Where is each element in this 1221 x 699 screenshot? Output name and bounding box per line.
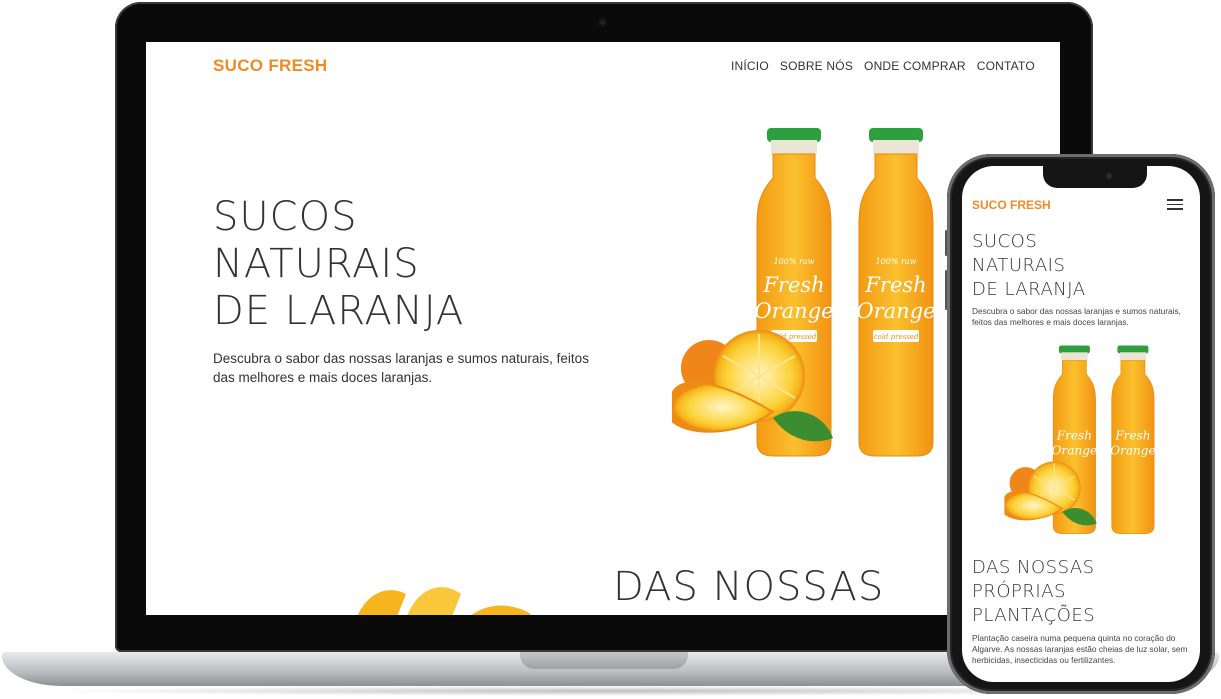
svg-text:cold pressed: cold pressed [874, 333, 919, 341]
orange-slices-image [357, 587, 531, 615]
hero-title-line: SUCOS [213, 194, 358, 240]
hero-title-line: NATURAIS [972, 255, 1066, 276]
bottle-label-text: 100% raw [774, 257, 815, 266]
bottle-label-text: Orange [1052, 443, 1097, 457]
mobile-website: SUCO FRESH SUCOS NATURAIS DE LARANJA Des… [962, 166, 1200, 682]
section-title-line: PRÓPRIAS [972, 581, 1066, 602]
nav-link-contato[interactable]: CONTATO [977, 59, 1035, 73]
nav-link-inicio[interactable]: INÍCIO [731, 59, 769, 73]
section-description: Plantação caseira numa pequena quinta no… [972, 633, 1188, 665]
laptop-notch [520, 652, 688, 669]
orange-juice-bottles-image: 100% raw Fresh Orange cold pressed 100% … [672, 128, 936, 457]
hero-title-line: DE LARANJA [213, 288, 465, 334]
main-nav: INÍCIO SOBRE NÓS ONDE COMPRAR CONTATO [731, 59, 1035, 73]
hero-title-line: NATURAIS [213, 241, 420, 287]
hero-description: Descubra o sabor das nossas laranjas e s… [972, 306, 1181, 327]
laptop-camera [598, 18, 607, 27]
hero-title-line: DE LARANJA [972, 279, 1086, 300]
section-title: DAS NOSSAS PRÓPRIAS PLANTAÇÕES [972, 556, 1095, 628]
site-logo[interactable]: SUCO FRESH [213, 56, 327, 76]
section-title-line: DAS NOSSAS [972, 557, 1095, 578]
svg-text:Fresh: Fresh [1114, 429, 1150, 443]
bottle-label-text: Orange [754, 299, 833, 323]
bottle-label-text: Fresh [1056, 429, 1092, 443]
section-title-line: PLANTAÇÕES [972, 605, 1096, 626]
orange-juice-bottles-image: Fresh Orange Fresh Orange [1004, 345, 1156, 534]
section-title: DAS NOSSAS [613, 564, 885, 610]
svg-text:Fresh: Fresh [864, 273, 926, 297]
desktop-website: SUCO FRESH INÍCIO SOBRE NÓS ONDE COMPRAR… [146, 42, 1060, 615]
hero-title: SUCOS NATURAIS DE LARANJA [972, 230, 1086, 302]
svg-text:Orange: Orange [856, 299, 935, 323]
svg-text:100% raw: 100% raw [876, 257, 917, 266]
phone-notch [1043, 166, 1147, 188]
svg-text:Orange: Orange [1110, 443, 1155, 457]
nav-link-onde-comprar[interactable]: ONDE COMPRAR [864, 59, 966, 73]
hero-title: SUCOS NATURAIS DE LARANJA [213, 194, 513, 335]
hero-title-line: SUCOS [972, 231, 1038, 252]
phone-camera [1106, 173, 1112, 179]
bottle-label-text: Fresh [762, 273, 824, 297]
site-logo[interactable]: SUCO FRESH [972, 198, 1051, 212]
nav-link-sobre-nos[interactable]: SOBRE NÓS [780, 59, 853, 73]
hamburger-icon[interactable] [1167, 199, 1183, 210]
hero-description: Descubra o sabor das nossas laranjas e s… [213, 351, 589, 385]
